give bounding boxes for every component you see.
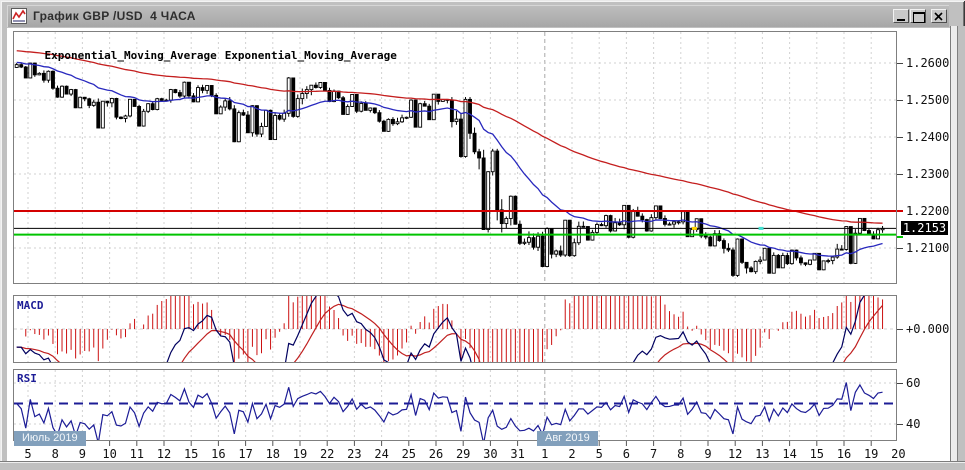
x-axis-label: 29 (452, 447, 474, 461)
y-axis-label: 1.2500 (906, 94, 949, 106)
window-title: График GBP /USD 4 ЧАСА (33, 6, 196, 27)
window-bottom-frame (0, 461, 965, 470)
title-bar[interactable]: График GBP /USD 4 ЧАСА (7, 5, 949, 27)
y-axis-label: 1.2300 (906, 168, 949, 180)
axis-tick (897, 63, 903, 64)
macd-panel-canvas[interactable] (13, 295, 897, 363)
x-axis-label: 8 (44, 447, 66, 461)
axis-tick (897, 174, 903, 175)
x-axis-label: 24 (371, 447, 393, 461)
x-axis-label: 10 (99, 447, 121, 461)
x-axis-label: 9 (71, 447, 93, 461)
legend-ema-fast: Exponential_Moving_Average (45, 49, 217, 62)
x-axis-label: 15 (180, 447, 202, 461)
current-price-badge: 1.2153 (901, 221, 948, 235)
axis-tick (897, 236, 903, 238)
x-axis-label: 12 (724, 447, 746, 461)
date-axis: 5891011121516171819222324252629303112567… (0, 447, 951, 461)
macd-label: MACD (17, 299, 44, 312)
x-axis-label: 16 (207, 447, 229, 461)
axis-tick (897, 383, 903, 384)
x-axis-label: 6 (615, 447, 637, 461)
x-axis-label: 15 (806, 447, 828, 461)
x-axis-label: 25 (398, 447, 420, 461)
price-axis: 1.2153 1.2600 1.2500 1.2400 1.2300 1.2200 1.2… (897, 0, 953, 462)
x-axis-label: 17 (235, 447, 257, 461)
window-right-frame (950, 26, 965, 470)
axis-tick (897, 248, 903, 249)
x-axis-label: 5 (588, 447, 610, 461)
axis-tick (897, 424, 903, 425)
axis-tick (897, 329, 903, 330)
y-axis-label: 1.2400 (906, 131, 949, 143)
legend-ema-slow: Exponential_Moving_Average (225, 49, 397, 62)
rsi-level-label: 60 (906, 377, 920, 389)
chart-icon[interactable] (11, 8, 27, 24)
x-axis-label: 26 (425, 447, 447, 461)
x-axis-label: 7 (643, 447, 665, 461)
x-axis-label: 30 (479, 447, 501, 461)
x-axis-label: 2 (561, 447, 583, 461)
x-axis-label: 31 (507, 447, 529, 461)
x-axis-label: 11 (126, 447, 148, 461)
rsi-panel-canvas[interactable] (13, 369, 897, 447)
x-axis-label: 1 (534, 447, 556, 461)
x-axis-label: 9 (697, 447, 719, 461)
x-axis-label: 14 (779, 447, 801, 461)
y-axis-label: 1.2600 (906, 57, 949, 69)
month-label-july: Июль 2019 (14, 431, 86, 446)
axis-tick (897, 100, 903, 101)
month-label-august: Авг 2019 (537, 431, 598, 446)
x-axis-label: 5 (17, 447, 39, 461)
x-axis-label: 8 (670, 447, 692, 461)
indicator-legend: Exponential_Moving_Average Exponential_Mo… (18, 36, 405, 75)
y-axis-label: 1.2200 (906, 205, 949, 217)
x-axis-label: 22 (316, 447, 338, 461)
x-axis-label: 19 (289, 447, 311, 461)
macd-zero-label: +0.000 (906, 323, 949, 335)
x-axis-label: 12 (153, 447, 175, 461)
y-axis-label: 1.2100 (906, 242, 949, 254)
x-axis-label: 19 (860, 447, 882, 461)
x-axis-label: 13 (751, 447, 773, 461)
axis-tick (897, 210, 903, 212)
axis-tick (897, 137, 903, 138)
x-axis-label: 20 (887, 447, 909, 461)
rsi-level-label: 40 (906, 418, 920, 430)
x-axis-label: 23 (343, 447, 365, 461)
x-axis-label: 18 (262, 447, 284, 461)
rsi-label: RSI (17, 372, 37, 385)
x-axis-label: 16 (833, 447, 855, 461)
app-window: График GBP /USD 4 ЧАСА Exponential_Movin… (0, 0, 965, 470)
